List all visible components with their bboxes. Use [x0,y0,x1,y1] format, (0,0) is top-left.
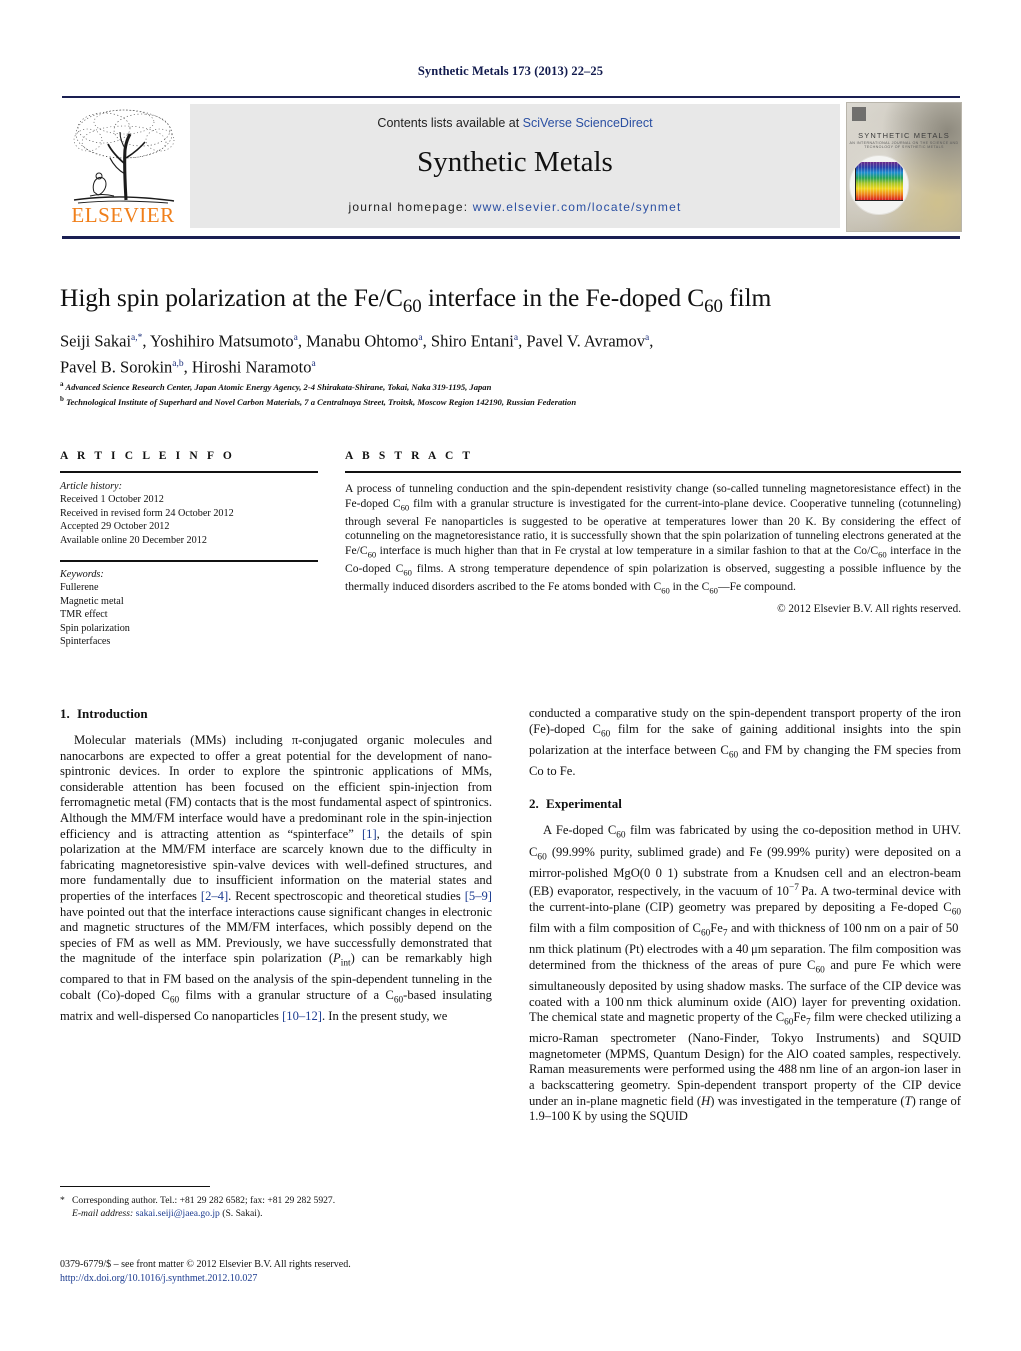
article-history-label: Article history: [60,481,122,492]
keyword-item: Spinterfaces [60,636,111,648]
cover-axis-horizontal [855,200,903,201]
corresponding-author-note: * Corresponding author. Tel.: +81 29 282 … [60,1195,492,1220]
article-info-heading: A R T I C L E I N F O [60,450,235,462]
history-item: Accepted 29 October 2012 [60,521,170,533]
journal-masthead: ELSEVIER Contents lists available at Sci… [62,96,962,239]
author-line-1: Seiji Sakaia,*, Yoshihiro Matsumotoa, Ma… [60,331,654,351]
article-history: Article history: Received 1 October 2012… [60,480,318,547]
masthead-bottom-rule [62,236,960,239]
email-label: E-mail address: [72,1207,134,1219]
history-item: Received in revised form 24 October 2012 [60,507,234,519]
section-title: Introduction [77,706,148,721]
email-line: E-mail address: sakai.seiji@jaea.go.jp (… [60,1208,492,1221]
affiliation-a-text: Advanced Science Research Center, Japan … [65,381,492,392]
abstract-heading: A B S T R A C T [345,450,474,462]
cover-subtitle: AN INTERNATIONAL JOURNAL ON THE SCIENCE … [849,141,959,149]
running-head: Synthetic Metals 173 (2013) 22–25 [417,64,604,78]
body-column-left: 1. Introduction Molecular materials (MMs)… [60,706,492,1025]
paper-page: Synthetic Metals 173 (2013) 22–25 ELSEVI… [0,0,1021,1351]
keyword-item: Magnetic metal [60,595,124,607]
footnote-star: * [60,1195,65,1206]
abstract-text: A process of tunneling conduction and th… [345,482,962,595]
keywords-rule [60,560,318,563]
keyword-item: Fullerene [60,582,99,594]
body-column-right: conducted a comparative study on the spi… [529,706,961,1125]
article-info-rule [60,471,318,473]
email-link[interactable]: sakai.seiji@jaea.go.jp [136,1208,220,1219]
abstract-rule [345,471,961,473]
intro-paragraph-continued: conducted a comparative study on the spi… [529,706,962,778]
experimental-paragraph-1: A Fe-doped C60 film was fabricated by us… [529,823,961,1124]
homepage-prefix: journal homepage: [348,200,473,214]
article-info-column: A R T I C L E I N F O Article history: R… [60,450,318,648]
affiliation-a: a Advanced Science Research Center, Japa… [60,380,492,392]
journal-cover-thumbnail: SYNTHETIC METALS AN INTERNATIONAL JOURNA… [846,102,962,232]
abstract-copyright: © 2012 Elsevier B.V. All rights reserved… [777,603,961,616]
abstract-column: A B S T R A C T A process of tunneling c… [345,450,961,615]
author-line-2: Pavel B. Sorokina,b, Hiroshi Naramotoa [60,357,316,376]
contents-available-line: Contents lists available at SciVerse Sci… [190,116,840,130]
keyword-item: TMR effect [60,609,108,621]
reference-link[interactable]: [5–9] [465,889,492,903]
intro-paragraph-1: Molecular materials (MMs) including π-co… [60,733,492,1024]
cover-rainbow-texture [855,162,903,200]
reference-link[interactable]: [10–12] [282,1009,322,1023]
journal-homepage-line: journal homepage: www.elsevier.com/locat… [190,200,840,214]
issn-block: 0379-6779/$ – see front matter © 2012 El… [60,1258,530,1285]
journal-homepage-link[interactable]: www.elsevier.com/locate/synmet [473,200,682,214]
sciencedirect-link[interactable]: SciVerse ScienceDirect [523,116,653,130]
paper-title: High spin polarization at the Fe/C60 int… [60,283,960,318]
journal-name: Synthetic Metals [417,146,613,178]
section-heading-introduction: 1. Introduction [60,706,492,722]
history-item: Available online 20 December 2012 [60,534,207,546]
affiliation-b: b Technological Institute of Superhard a… [60,395,577,408]
author-list: Seiji Sakaia,*, Yoshihiro Matsumotoa, Ma… [60,327,960,378]
title-subscript-2: 60 [704,296,723,318]
section-number: 2. [529,796,539,812]
section-heading-experimental: 2. Experimental [529,796,961,812]
keywords-list: Keywords: Fullerene Magnetic metal TMR e… [60,568,318,648]
section-number: 1. [60,706,70,721]
cover-axis-vertical [855,162,856,200]
keywords-block: Keywords: Fullerene Magnetic metal TMR e… [60,560,318,648]
reference-link[interactable]: [1] [362,827,377,841]
title-segment-1: High spin polarization at the Fe/C [60,283,403,312]
history-item: Received 1 October 2012 [60,494,164,506]
corresponding-author-text: Corresponding author. Tel.: +81 29 282 6… [72,1195,336,1206]
masthead-top-rule [62,96,960,98]
contents-prefix: Contents lists available at [377,116,523,130]
title-subscript-1: 60 [402,296,422,318]
affiliation-b-text: Technological Institute of Superhard and… [66,397,577,408]
elsevier-logo: ELSEVIER [62,102,184,232]
cover-spectrum-inset [849,155,909,215]
keywords-label: Keywords: [60,569,104,581]
footnote-rule [60,1186,210,1187]
keyword-item: Spin polarization [60,622,130,634]
elsevier-wordmark: ELSEVIER [71,203,175,227]
affiliations: a Advanced Science Research Center, Japa… [60,378,960,409]
email-owner: (S. Sakai). [222,1207,263,1219]
issn-line: 0379-6779/$ – see front matter © 2012 El… [60,1259,351,1270]
elsevier-tree-icon [73,109,175,204]
doi-link[interactable]: http://dx.doi.org/10.1016/j.synthmet.201… [60,1272,530,1286]
title-segment-2: interface in the Fe-doped C [421,283,705,312]
footnote-block: * Corresponding author. Tel.: +81 29 282 … [60,1186,492,1220]
section-title: Experimental [546,796,622,812]
cover-publisher-mark [852,107,866,121]
cover-title: SYNTHETIC METALS [858,131,950,140]
masthead-banner: Contents lists available at SciVerse Sci… [190,104,840,228]
reference-link[interactable]: [2–4] [201,889,228,903]
title-segment-3: film [722,283,772,312]
